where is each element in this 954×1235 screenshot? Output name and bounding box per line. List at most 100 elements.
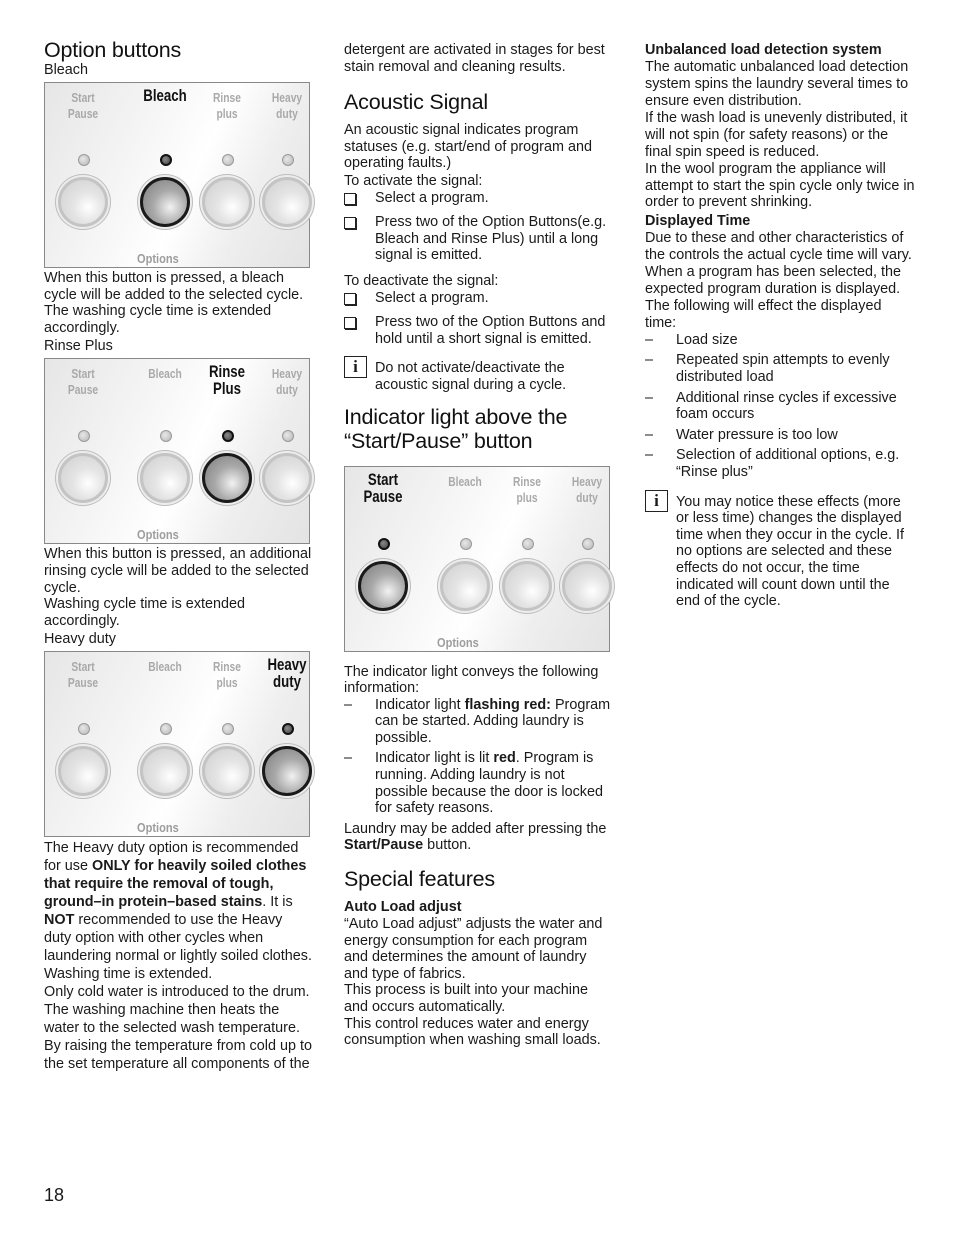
panel-label-heavy-duty: Heavy duty [571,474,603,505]
indicator-led-icon [282,430,294,443]
acoustic-intro: An acoustic signal indicates program sta… [344,122,592,172]
option-button-heavy-duty [262,177,312,227]
displayed-time-note: i You may notice these effects (more or … [645,489,915,610]
heavy-duty-section: Heavy duty Start Pause Bleach Rinse plus Heav… [44,631,312,1073]
panel-label-heavy-duty: Heavy duty [271,367,303,398]
section-title-indicator-light: Indicator light above the “Start/Pause” … [344,405,612,453]
panel-label-rinse-plus: Rinse plus [513,474,541,505]
displayed-time-para-3: The following will effect the displayed … [645,297,882,331]
panel-footer-options: Options [437,634,479,650]
control-panel-rinse-plus: Start Pause Bleach Rinse Plus Heavy duty Option… [44,358,312,545]
subheading-heavy-duty: Heavy duty [44,631,116,648]
option-button-bleach [140,453,190,504]
heavy-duty-cold-water: Only cold water is introduced to the dru… [44,984,312,1073]
section-title-acoustic-signal: Acoustic Signal [344,90,488,115]
indicator-led-icon [582,537,594,550]
bold-text-run: Start/Pause [344,837,424,854]
panel-label-start-pause: Start Pause [67,660,99,691]
indicator-item-lit: – Indicator light is lit red. Program is … [344,750,612,816]
checkbox-bullet-icon [344,317,356,330]
bleach-desc-2: The washing cycle time is extended accor… [44,303,272,336]
section-title-option-buttons: Option buttons [44,38,182,62]
dash-bullet: – [344,696,353,713]
dash-bullet: – [645,447,654,464]
text-run: Indicator light [375,696,465,713]
auto-load-para-2: This process is built into your machine … [344,982,588,1015]
subheading-rinse-plus: Rinse Plus [44,338,113,355]
item-text: Repeated spin attempts to evenly distrib… [676,352,890,385]
item-text: Load size [676,331,738,348]
auto-load-para-1: “Auto Load adjust” adjusts the water and… [344,916,603,982]
activate-label: To activate the signal: [344,172,483,189]
step-text: Select a program. [375,189,489,206]
indicator-led-icon [78,430,90,443]
text-run: Laundry may be added after pressing the [344,820,607,837]
unbalanced-para-3: In the wool program the appliance will a… [645,161,915,211]
subheading-bleach: Bleach [44,62,89,78]
bleach-section: Bleach Start Pause Bleach Rinse plus Heavy dut… [44,62,312,336]
info-icon: i [645,489,668,512]
time-factor-item: – Additional rinse cycles if excessive fo… [645,390,915,423]
panel-label-start-pause: Start Pause [67,91,99,121]
text-run: button. [423,837,472,854]
indicator-led-icon [160,154,172,166]
option-button-start-pause [58,746,108,797]
panel-label-rinse-plus: Rinse plus [213,660,241,691]
bleach-desc-1: When this button is pressed, a bleach cy… [44,270,304,303]
indicator-led-icon [160,723,172,736]
auto-load-para-3: This control reduces water and energy co… [344,1015,601,1049]
panel-label-heavy-duty: Heavy duty [267,655,307,692]
dash-bullet: – [645,352,654,369]
panel-label-start-pause: Start Pause [67,367,99,398]
time-factor-item: – Water pressure is too low [645,427,915,444]
rinse-plus-desc-2: Washing cycle time is extended according… [44,596,246,629]
activate-step-1: Select a program. [344,190,612,207]
deactivate-step-2: Press two of the Option Buttons and hold… [344,314,612,347]
displayed-time-para-1: Due to these and other characteristics o… [645,229,912,263]
option-button-start-pause [58,177,108,227]
indicator-led-icon [160,430,172,443]
indicator-outro: Laundry may be added after pressing the … [344,821,612,854]
panel-label-bleach: Bleach [148,660,182,675]
panel-label-bleach: Bleach [143,86,187,105]
dash-bullet: – [645,389,654,406]
title-line: Indicator light above the [344,404,568,429]
control-panel-start-pause: Start Pause Bleach Rinse plus Heavy duty Option… [344,465,612,652]
control-panel-bleach: Start Pause Bleach Rinse plus Heavy duty Option… [44,82,312,268]
deactivate-step-1: Select a program. [344,290,612,307]
indicator-intro: The indicator light conveys the followin… [344,663,599,697]
option-button-rinse-plus [502,560,552,611]
info-icon: i [344,356,367,379]
indicator-led-icon [460,537,472,550]
step-text: Press two of the Option Buttons(e.g. Ble… [375,214,607,264]
indicator-led-icon [378,537,390,550]
rinse-plus-desc-1: When this button is pressed, an addition… [44,546,312,596]
option-button-heavy-duty [262,453,312,504]
option-button-rinse-plus [202,746,252,797]
indicator-item-flashing: – Indicator light flashing red: Program c… [344,697,612,747]
dash-bullet: – [645,426,654,443]
subheading-displayed-time: Displayed Time [645,212,751,229]
displayed-time-para-2: When a program has been selected, the ex… [645,263,901,297]
indicator-led-icon [282,154,294,166]
option-button-heavy-duty [562,560,612,611]
indicator-led-icon [222,154,234,166]
panel-label-rinse-plus: Rinse plus [213,91,241,121]
option-button-start-pause [358,560,408,611]
option-button-bleach [140,177,190,227]
time-factor-item: – Selection of additional options, e.g. “… [645,447,915,480]
unbalanced-para-2: If the wash load is unevenly distributed… [645,110,908,160]
rinse-plus-section: Rinse Plus Start Pause Bleach Rinse Plus Heav… [44,338,312,629]
bold-text-run: flashing red: [464,696,551,713]
indicator-led-icon [522,537,534,550]
panel-footer-options: Options [137,820,179,836]
dash-bullet: – [344,750,353,767]
dash-bullet: – [645,331,654,348]
panel-label-rinse-plus: Rinse Plus [208,362,246,399]
control-panel-heavy-duty: Start Pause Bleach Rinse plus Heavy duty Option… [44,651,312,838]
text-run: recommended to use the Heavy duty option… [44,912,312,965]
note-text: You may notice these effects (more or le… [676,493,904,610]
checkbox-bullet-icon [344,217,356,230]
option-button-bleach [140,746,190,797]
step-text: Select a program. [375,289,489,306]
